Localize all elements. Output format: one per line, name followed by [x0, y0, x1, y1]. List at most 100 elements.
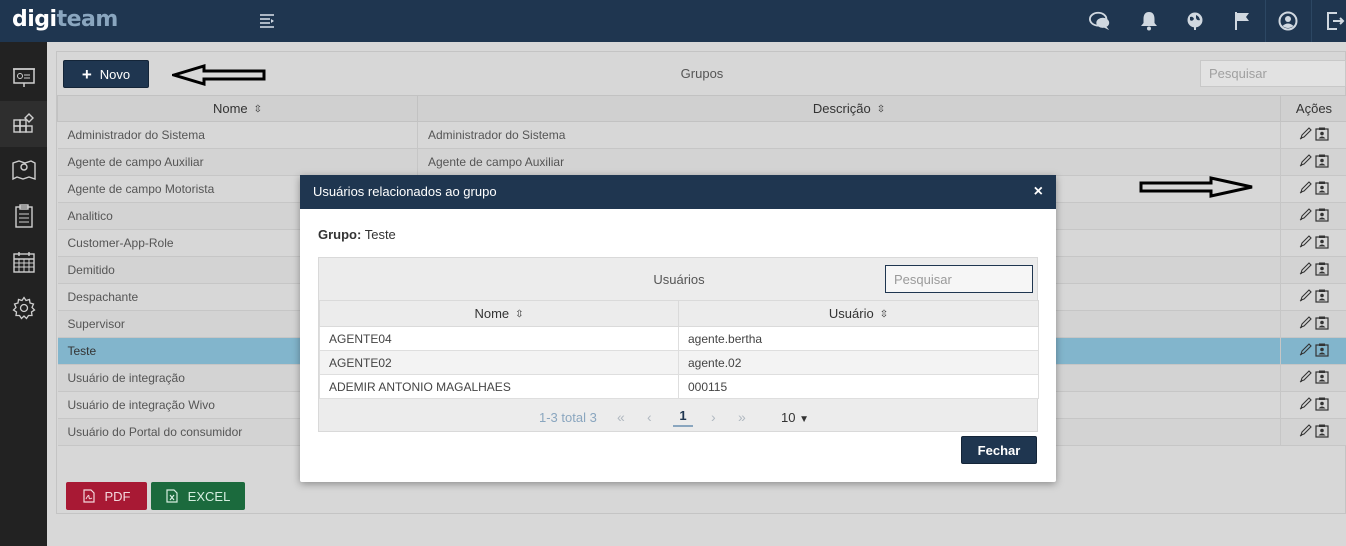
top-bar: digiteam [0, 0, 1346, 42]
edit-icon[interactable] [1299, 181, 1312, 194]
group-description-cell: Agente de campo Auxiliar [417, 148, 1281, 176]
dashboard-icon[interactable] [0, 55, 47, 101]
table-row[interactable]: Agente de campo Auxiliar Agente de campo … [57, 148, 1346, 176]
edit-icon[interactable] [1299, 127, 1312, 140]
users-search-input[interactable] [885, 265, 1033, 293]
column-header-name[interactable]: Nome ⇳ [319, 300, 679, 327]
close-button[interactable]: Fechar [961, 436, 1037, 464]
edit-icon[interactable] [1299, 316, 1312, 329]
clipboard-icon[interactable] [0, 193, 47, 239]
annotation-arrow-right [1139, 176, 1253, 198]
current-page[interactable]: 1 [673, 408, 693, 427]
close-icon[interactable]: × [1034, 175, 1043, 208]
next-page-button[interactable]: › [711, 409, 716, 425]
pdf-button-label: PDF [104, 488, 131, 504]
column-header-actions: Ações [1280, 95, 1346, 122]
users-list-icon[interactable] [1315, 181, 1329, 195]
users-list-icon[interactable] [1315, 262, 1329, 276]
actions-cell [1280, 202, 1346, 230]
chevron-down-icon: ▼ [799, 413, 809, 425]
users-list-icon[interactable] [1315, 424, 1329, 438]
table-row[interactable]: Administrador do Sistema Administrador do… [57, 121, 1346, 149]
user-name-cell: AGENTE02 [319, 350, 679, 375]
group-users-modal: Usuários relacionados ao grupo × Grupo: … [300, 175, 1056, 482]
actions-cell [1280, 391, 1346, 419]
users-list-icon[interactable] [1315, 343, 1329, 357]
group-name-cell: Administrador do Sistema [57, 121, 418, 149]
calendar-icon[interactable] [0, 239, 47, 285]
group-value: Teste [364, 227, 396, 242]
users-list-icon[interactable] [1315, 316, 1329, 330]
user-name-cell: ADEMIR ANTONIO MAGALHAES [319, 374, 679, 399]
group-name-cell: Agente de campo Auxiliar [57, 148, 418, 176]
prev-page-button[interactable]: ‹ [647, 409, 652, 425]
edit-icon[interactable] [1299, 424, 1312, 437]
users-list-icon[interactable] [1315, 397, 1329, 411]
column-header-description[interactable]: Descrição ⇳ [417, 95, 1281, 122]
edit-icon[interactable] [1299, 154, 1312, 167]
bell-icon[interactable] [1138, 10, 1160, 32]
first-page-button[interactable]: « [617, 409, 625, 425]
users-list-icon[interactable] [1315, 370, 1329, 384]
pagination-info: 1-3 total 3 [539, 409, 597, 425]
flag-icon[interactable] [1231, 10, 1253, 32]
table-row[interactable]: AGENTE04 agente.bertha [319, 326, 1039, 351]
edit-icon[interactable] [1299, 289, 1312, 302]
edit-icon[interactable] [1299, 370, 1312, 383]
column-header-user[interactable]: Usuário ⇳ [678, 300, 1039, 327]
search-input[interactable] [1200, 60, 1346, 87]
user-login-cell: agente.02 [678, 350, 1039, 375]
sort-icon[interactable]: ⇳ [254, 104, 262, 115]
edit-icon[interactable] [1299, 397, 1312, 410]
excel-button-label: EXCEL [187, 488, 231, 504]
user-name-cell: AGENTE04 [319, 326, 679, 351]
pdf-file-icon [82, 489, 95, 503]
sort-icon[interactable]: ⇳ [880, 309, 888, 320]
sort-icon[interactable]: ⇳ [515, 309, 523, 320]
modal-title: Usuários relacionados ao grupo [313, 184, 497, 199]
group-description-cell: Administrador do Sistema [417, 121, 1281, 149]
users-table-panel: Usuários Nome⇳ Usuário⇳ AGENTE04agente.b… [318, 257, 1039, 432]
user-login-cell: 000115 [678, 374, 1039, 399]
users-list-icon[interactable] [1315, 289, 1329, 303]
modules-icon[interactable] [0, 101, 47, 147]
actions-cell [1280, 310, 1346, 338]
column-header-name[interactable]: Nome ⇳ [57, 95, 418, 122]
last-page-button[interactable]: » [738, 409, 746, 425]
actions-cell [1280, 229, 1346, 257]
group-label: Grupo: [318, 227, 362, 242]
modal-header: Usuários relacionados ao grupo × [300, 175, 1056, 209]
actions-cell [1280, 121, 1346, 149]
users-list-icon[interactable] [1315, 235, 1329, 249]
page-size-select[interactable]: 10 ▼ [781, 410, 809, 425]
group-info: Grupo: Teste [318, 227, 396, 242]
divider [1311, 0, 1312, 42]
table-row[interactable]: ADEMIR ANTONIO MAGALHAES 000115 [319, 374, 1039, 399]
users-list-icon[interactable] [1315, 208, 1329, 222]
actions-cell [1280, 148, 1346, 176]
app-logo: digiteam [12, 7, 118, 32]
globe-icon[interactable] [1184, 10, 1206, 32]
edit-icon[interactable] [1299, 235, 1312, 248]
export-pdf-button[interactable]: PDF [66, 482, 147, 510]
sort-icon[interactable]: ⇳ [877, 104, 885, 115]
table-row[interactable]: AGENTE02 agente.02 [319, 350, 1039, 375]
user-icon[interactable] [1277, 10, 1299, 32]
logout-icon[interactable] [1324, 10, 1346, 32]
divider [1265, 0, 1266, 42]
menu-toggle-icon[interactable] [259, 13, 277, 29]
actions-cell [1280, 337, 1346, 365]
edit-icon[interactable] [1299, 262, 1312, 275]
map-icon[interactable] [0, 147, 47, 193]
edit-icon[interactable] [1299, 343, 1312, 356]
actions-cell [1280, 175, 1346, 203]
users-list-icon[interactable] [1315, 154, 1329, 168]
annotation-arrow-left [172, 64, 266, 86]
chat-icon[interactable] [1089, 10, 1111, 32]
actions-cell [1280, 256, 1346, 284]
edit-icon[interactable] [1299, 208, 1312, 221]
export-excel-button[interactable]: EXCEL [151, 482, 245, 510]
users-list-icon[interactable] [1315, 127, 1329, 141]
actions-cell [1280, 283, 1346, 311]
settings-icon[interactable] [0, 285, 47, 331]
